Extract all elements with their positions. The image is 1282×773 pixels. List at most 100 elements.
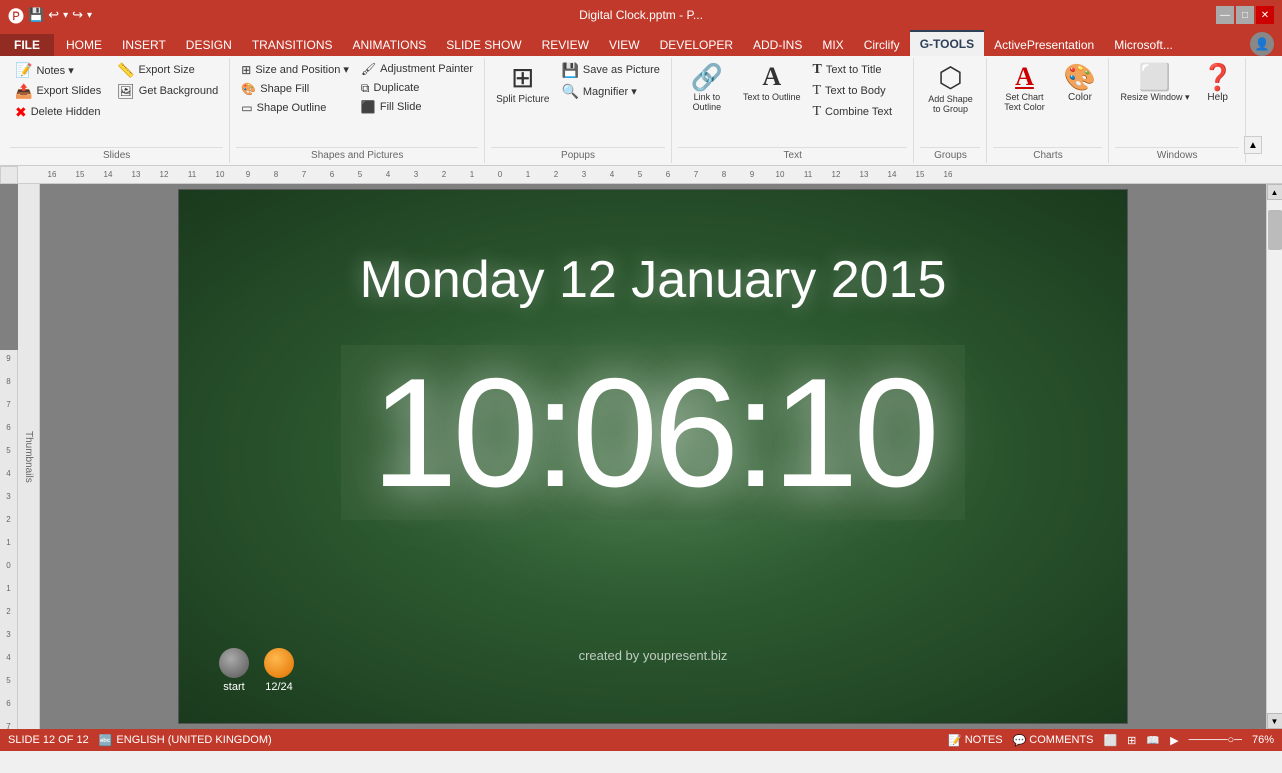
duplicate-button[interactable]: ⧉ Duplicate — [356, 79, 478, 97]
tab-circlify[interactable]: Circlify — [854, 34, 910, 56]
color-icon: 🎨 — [1064, 64, 1096, 90]
text-outline-icon: A — [762, 64, 781, 90]
status-bar: SLIDE 12 OF 12 🔤 ENGLISH (UNITED KINGDOM… — [0, 729, 1282, 751]
get-background-button[interactable]: 🖼 Get Background — [112, 81, 223, 101]
quick-access-more[interactable]: ▾ — [87, 10, 92, 21]
shape-outline-button[interactable]: ▭ Shape Outline — [236, 99, 354, 117]
add-shape-group-button[interactable]: ⬡ Add Shape to Group — [920, 60, 980, 118]
zoom-level: 76% — [1252, 734, 1274, 746]
text-col3: T Text to Title T Text to Body T Combine… — [807, 60, 907, 122]
slide-buttons: start 12/24 — [219, 648, 294, 693]
resize-window-icon: ⬜ — [1139, 64, 1171, 90]
close-button[interactable]: ✕ — [1256, 6, 1274, 24]
tab-insert[interactable]: INSERT — [112, 34, 176, 56]
shape-fill-icon: 🎨 — [241, 83, 256, 95]
tab-microsoft[interactable]: Microsoft... — [1104, 34, 1183, 56]
scroll-up-button[interactable]: ▲ — [1267, 184, 1282, 200]
color-button[interactable]: 🎨 Color — [1057, 60, 1102, 107]
save-as-picture-button[interactable]: 💾 Save as Picture — [556, 60, 664, 80]
comments-button-status[interactable]: 💬 COMMENTS — [1013, 734, 1094, 747]
thumbnails-panel[interactable]: Thumbnails — [18, 184, 40, 729]
link-outline-button[interactable]: 🔗 Link to Outline — [678, 60, 736, 116]
size-position-button[interactable]: ⊞ Size and Position ▾ — [236, 60, 354, 79]
fill-slide-button[interactable]: ⬛ Fill Slide — [356, 98, 478, 116]
scroll-down-button[interactable]: ▼ — [1267, 713, 1282, 729]
quick-access-redo[interactable]: ↪ — [72, 7, 83, 23]
split-picture-button[interactable]: ⊞ Split Picture — [491, 60, 554, 109]
combine-text-button[interactable]: T Combine Text — [807, 102, 907, 122]
help-icon: ❓ — [1202, 64, 1234, 90]
tab-view[interactable]: VIEW — [599, 34, 650, 56]
size-position-icon: ⊞ — [241, 64, 251, 76]
slide-time: 10:06:10 — [371, 355, 934, 510]
minimize-button[interactable]: — — [1216, 6, 1234, 24]
view-slideshow-icon[interactable]: ▶ — [1170, 734, 1178, 747]
group-windows: ⬜ Resize Window ▾ ❓ Help Windows — [1109, 58, 1245, 163]
tab-slideshow[interactable]: SLIDE SHOW — [436, 34, 531, 56]
counter-circle[interactable] — [264, 648, 294, 678]
text-col2: A Text to Outline — [738, 60, 806, 106]
scroll-track — [1267, 200, 1282, 713]
ribbon: 📝 Notes ▾ 📤 Export Slides ✖ Delete Hidde… — [0, 56, 1282, 166]
notes-status-icon: 📝 — [948, 734, 962, 747]
tab-animations[interactable]: ANIMATIONS — [342, 34, 436, 56]
notes-button[interactable]: 📝 Notes ▾ — [10, 60, 110, 80]
group-charts: A Set Chart Text Color 🎨 Color Charts — [987, 58, 1109, 163]
start-btn-container: start — [219, 648, 249, 693]
text-outline-button[interactable]: A Text to Outline — [738, 60, 806, 106]
export-slides-button[interactable]: 📤 Export Slides — [10, 81, 110, 101]
time-background: 10:06:10 — [341, 345, 964, 520]
maximize-button[interactable]: □ — [1236, 6, 1254, 24]
tab-review[interactable]: REVIEW — [532, 34, 599, 56]
group-groups: ⬡ Add Shape to Group Groups — [914, 58, 987, 163]
group-popups: ⊞ Split Picture 💾 Save as Picture 🔍 Magn… — [485, 58, 672, 163]
zoom-slider[interactable]: ─────○─ — [1189, 734, 1242, 746]
tab-home[interactable]: HOME — [56, 34, 112, 56]
view-reading-icon[interactable]: 📖 — [1146, 734, 1160, 747]
language-indicator: 🔤 ENGLISH (UNITED KINGDOM) — [99, 734, 272, 747]
tab-transitions[interactable]: TRANSITIONS — [242, 34, 343, 56]
popups-group-label: Popups — [491, 147, 665, 163]
tab-mix[interactable]: MIX — [812, 34, 853, 56]
help-button[interactable]: ❓ Help — [1197, 60, 1239, 107]
quick-access-undo[interactable]: ↩ — [48, 7, 59, 23]
tab-design[interactable]: DESIGN — [176, 34, 242, 56]
text-to-title-button[interactable]: T Text to Title — [807, 60, 907, 80]
magnifier-button[interactable]: 🔍 Magnifier ▾ — [556, 81, 664, 101]
shapes-col2: 🖌 Adjustment Painter ⧉ Duplicate ⬛ Fill … — [356, 60, 478, 116]
text-to-body-button[interactable]: T Text to Body — [807, 81, 907, 101]
split-picture-icon: ⊞ — [511, 64, 534, 92]
notes-button-status[interactable]: 📝 NOTES — [948, 734, 1003, 747]
delete-hidden-button[interactable]: ✖ Delete Hidden — [10, 102, 110, 122]
quick-access-dropdown[interactable]: ▾ — [63, 10, 68, 21]
duplicate-icon: ⧉ — [361, 82, 370, 94]
tab-activepresentation[interactable]: ActivePresentation — [984, 34, 1104, 56]
view-slide-sorter-icon[interactable]: ⊞ — [1127, 734, 1136, 747]
tab-developer[interactable]: DEVELOPER — [650, 34, 743, 56]
link-outline-icon: 🔗 — [691, 64, 723, 90]
resize-window-button[interactable]: ⬜ Resize Window ▾ — [1115, 60, 1194, 107]
scroll-thumb[interactable] — [1268, 210, 1282, 250]
ruler-corner — [0, 166, 18, 184]
shapes-group-label: Shapes and Pictures — [236, 147, 478, 163]
comments-status-icon: 💬 — [1013, 734, 1027, 747]
tab-file[interactable]: FILE — [0, 34, 54, 56]
delete-hidden-icon: ✖ — [15, 105, 27, 119]
start-circle[interactable] — [219, 648, 249, 678]
vertical-scrollbar[interactable]: ▲ ▼ — [1266, 184, 1282, 729]
shape-fill-button[interactable]: 🎨 Shape Fill — [236, 80, 354, 98]
shapes-col: ⊞ Size and Position ▾ 🎨 Shape Fill ▭ Sha… — [236, 60, 354, 117]
set-chart-text-color-button[interactable]: A Set Chart Text Color — [993, 60, 1055, 116]
quick-access-save[interactable]: 💾 — [28, 7, 44, 23]
popups-col2: 💾 Save as Picture 🔍 Magnifier ▾ — [556, 60, 664, 101]
group-shapes: ⊞ Size and Position ▾ 🎨 Shape Fill ▭ Sha… — [230, 58, 485, 163]
group-text: 🔗 Link to Outline A Text to Outline T Te… — [672, 58, 915, 163]
view-normal-icon[interactable]: ⬜ — [1103, 734, 1117, 747]
tab-addins[interactable]: ADD-INS — [743, 34, 812, 56]
adjustment-painter-button[interactable]: 🖌 Adjustment Painter — [356, 60, 478, 78]
fill-slide-icon: ⬛ — [361, 101, 376, 113]
ribbon-collapse-button[interactable]: ▲ — [1244, 136, 1262, 154]
slides-left-col: 📝 Notes ▾ 📤 Export Slides ✖ Delete Hidde… — [10, 60, 110, 122]
tab-gtools[interactable]: G-TOOLS — [910, 30, 984, 56]
export-size-button[interactable]: 📏 Export Size — [112, 60, 223, 80]
